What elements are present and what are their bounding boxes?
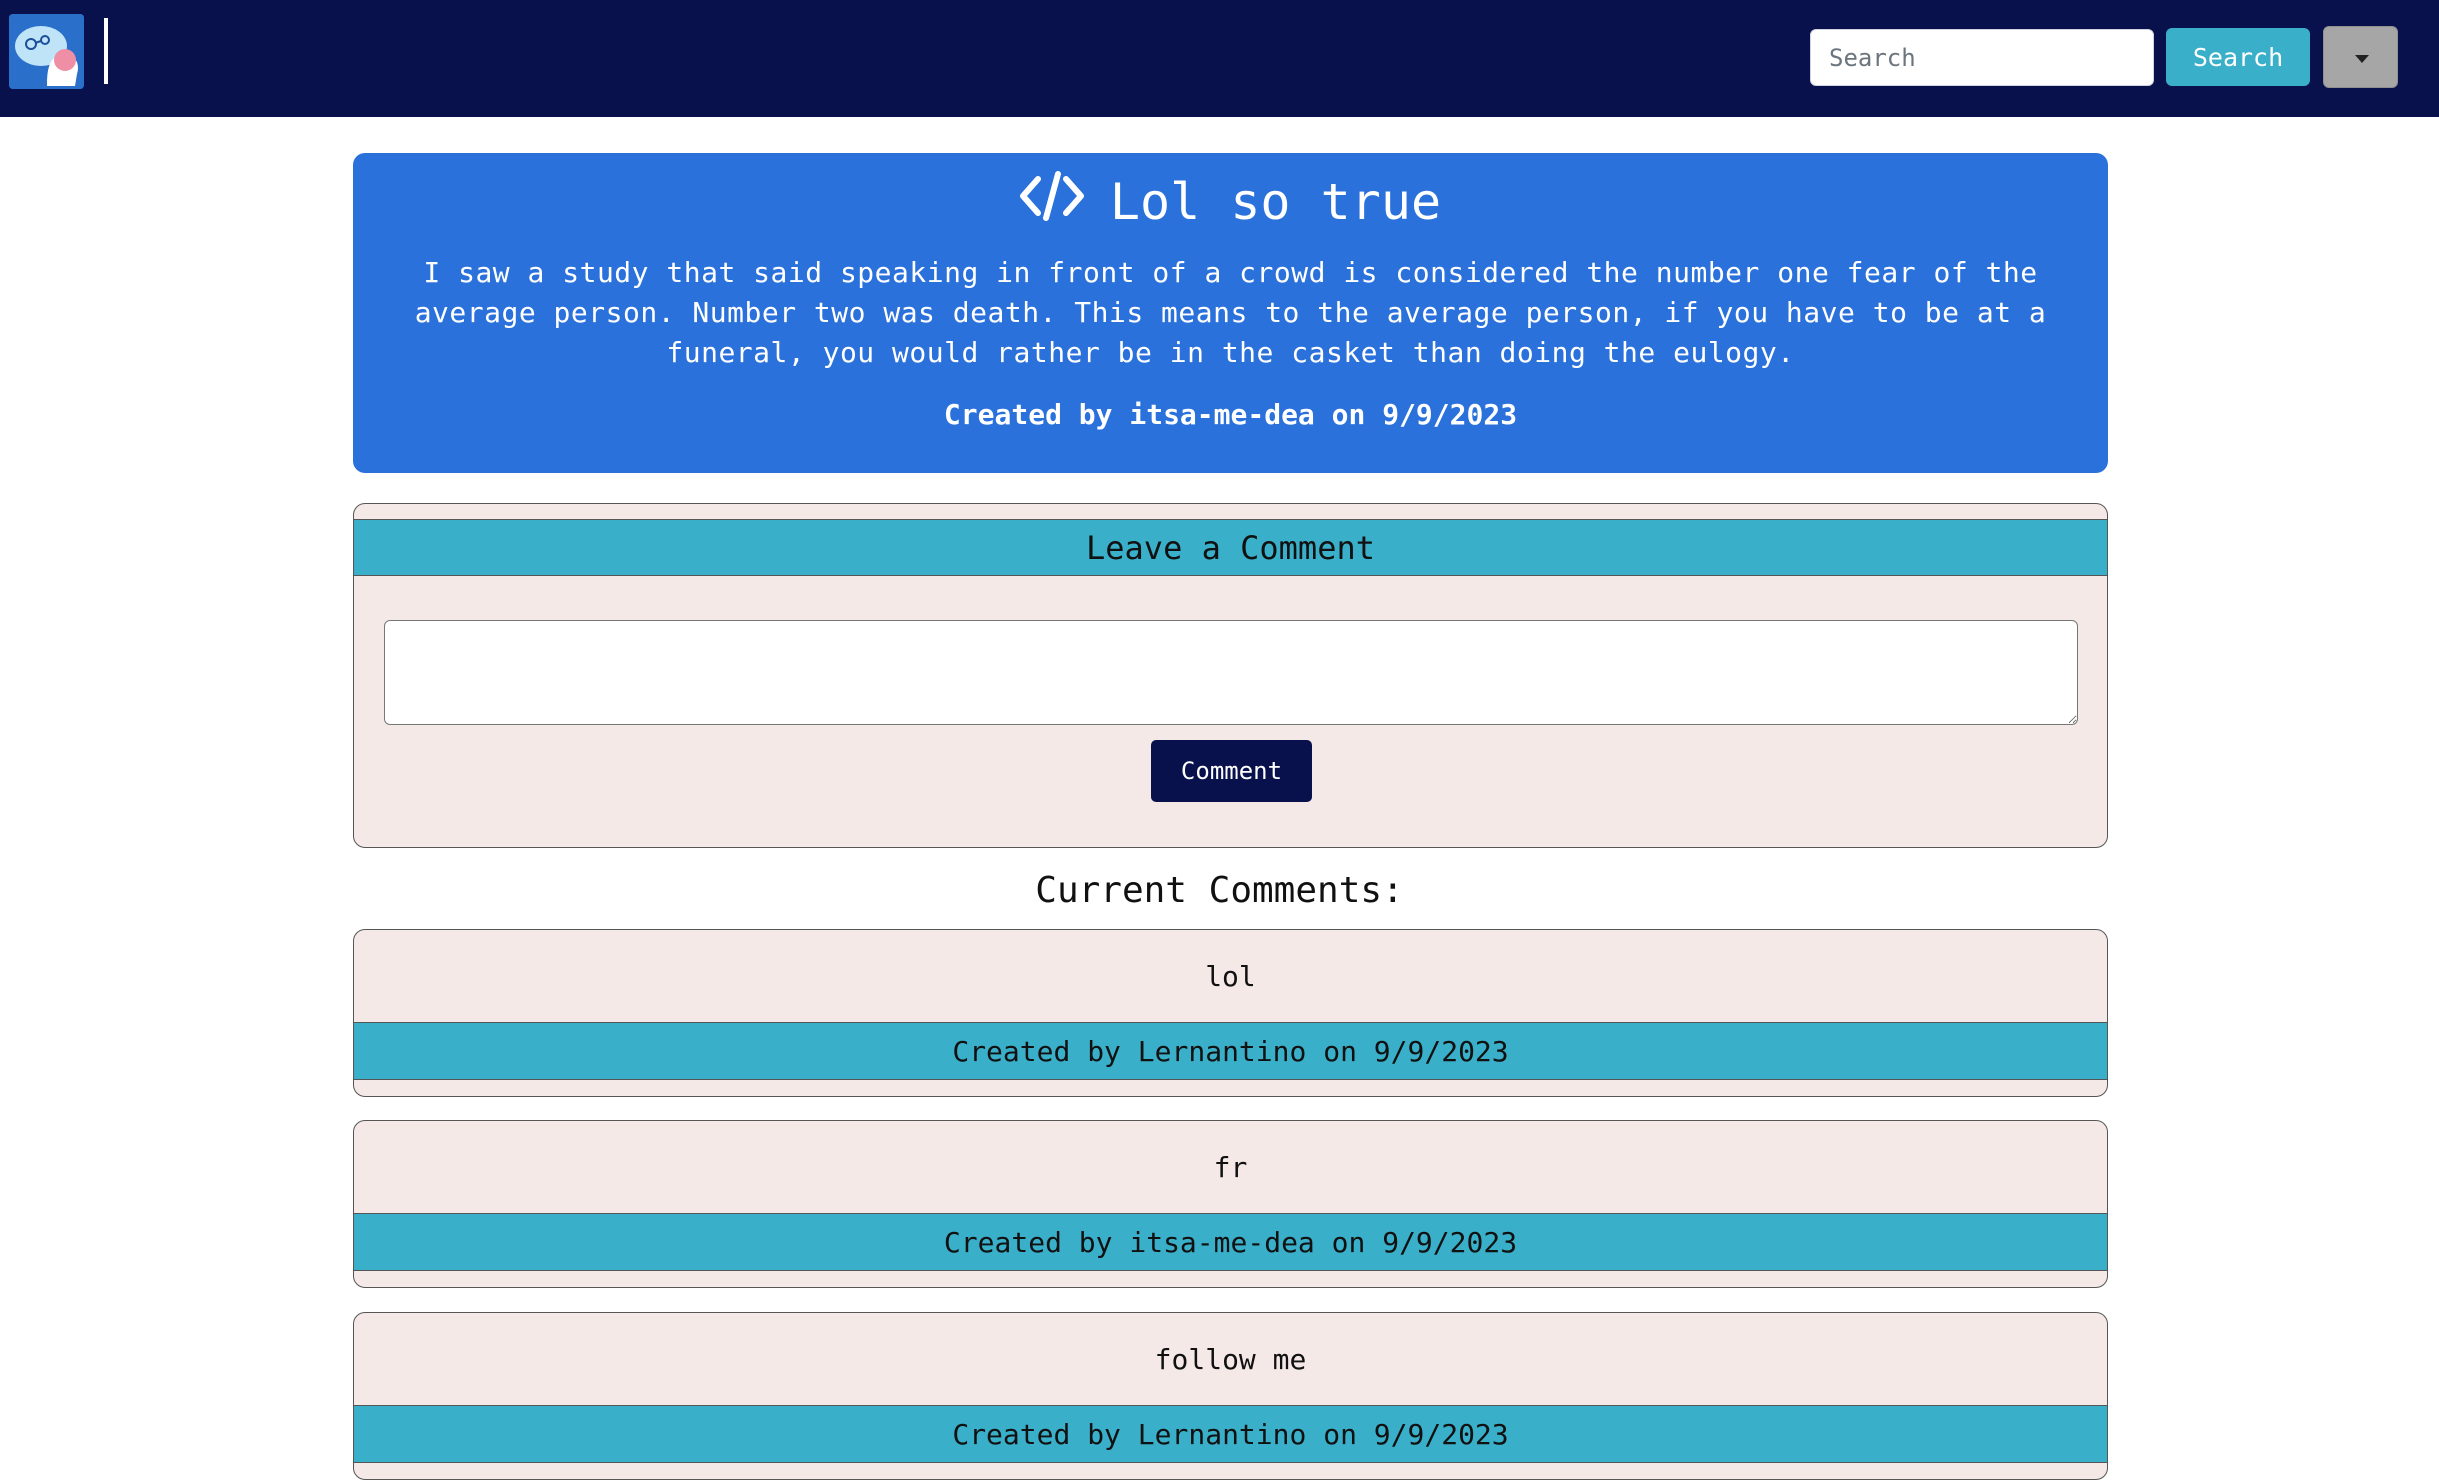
code-icon bbox=[1019, 171, 1084, 233]
comment-text: lol bbox=[1205, 959, 1256, 993]
comment-text: fr bbox=[1213, 1150, 1248, 1184]
comment-textarea[interactable] bbox=[384, 620, 2078, 725]
comment-form-header: Leave a Comment bbox=[354, 519, 2107, 576]
comment-text: follow me bbox=[1154, 1342, 1307, 1376]
comment-card: lol Created by Lernantino on 9/9/2023 bbox=[353, 929, 2108, 1097]
brain-chat-logo-icon[interactable] bbox=[9, 14, 84, 89]
comment-meta: Created by Lernantino on 9/9/2023 bbox=[354, 1022, 2107, 1080]
post-meta: Created by itsa-me-dea on 9/9/2023 bbox=[943, 398, 1518, 431]
post-body: I saw a study that said speaking in fron… bbox=[414, 256, 2047, 369]
menu-dropdown-button[interactable] bbox=[2323, 26, 2398, 88]
comment-card: follow me Created by Lernantino on 9/9/2… bbox=[353, 1312, 2108, 1480]
comment-submit-button[interactable]: Comment bbox=[1151, 740, 1312, 802]
post-card: Lol so true I saw a study that said spea… bbox=[353, 153, 2108, 473]
top-navbar: Search bbox=[0, 0, 2439, 117]
current-comments-heading: Current Comments: bbox=[1035, 870, 1404, 911]
brand-divider bbox=[104, 18, 108, 84]
comment-card: fr Created by itsa-me-dea on 9/9/2023 bbox=[353, 1120, 2108, 1288]
caret-down-icon bbox=[2355, 55, 2369, 63]
post-title-row: Lol so true bbox=[353, 167, 2108, 237]
search-input[interactable] bbox=[1810, 29, 2154, 86]
comment-form: Leave a Comment Comment bbox=[353, 503, 2108, 848]
comment-meta: Created by Lernantino on 9/9/2023 bbox=[354, 1405, 2107, 1463]
comment-meta: Created by itsa-me-dea on 9/9/2023 bbox=[354, 1213, 2107, 1271]
search-button[interactable]: Search bbox=[2166, 28, 2310, 86]
post-title: Lol so true bbox=[1109, 173, 1442, 231]
